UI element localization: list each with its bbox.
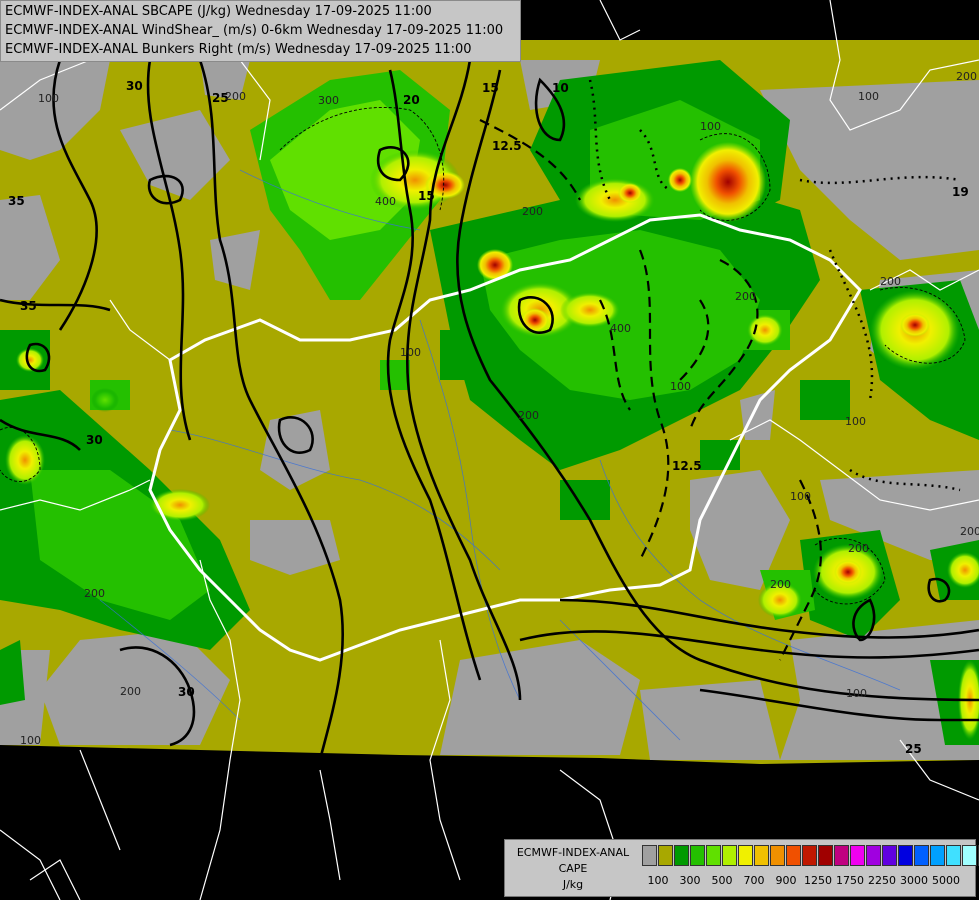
- legend-swatch: [802, 845, 817, 866]
- legend-unit: J/kg: [562, 878, 584, 891]
- legend-tick-label: 900: [775, 874, 797, 887]
- legend-swatch: [866, 845, 881, 866]
- cape-label: 200: [225, 90, 246, 103]
- cape-label: 200: [84, 587, 105, 600]
- title-bunkers: ECMWF-INDEX-ANAL Bunkers Right (m/s) Wed…: [5, 42, 472, 57]
- legend-tick-label: 1250: [804, 874, 832, 887]
- legend-swatch: [930, 845, 945, 866]
- cape-label: 100: [790, 490, 811, 503]
- title-box: ECMWF-INDEX-ANAL SBCAPE (J/kg) Wednesday…: [0, 0, 521, 62]
- cape-label: 400: [375, 195, 396, 208]
- legend-swatch: [834, 845, 849, 866]
- legend-swatch: [722, 845, 737, 866]
- cape-label: 300: [318, 94, 339, 107]
- shear-label: 15: [418, 189, 435, 203]
- cape-map: 30 25 20 15 10 12.5 35 35 30 30 12.5 15 …: [0, 0, 979, 900]
- cape-label: 200: [735, 290, 756, 303]
- legend-tick-label: 1750: [836, 874, 864, 887]
- shear-label: 19: [952, 185, 969, 199]
- cape-legend: ECMWF-INDEX-ANAL CAPE J/kg 100 300 500 700 9…: [504, 839, 979, 897]
- cape-label: 100: [38, 92, 59, 105]
- legend-swatch: [898, 845, 913, 866]
- cape-label: 100: [846, 687, 867, 700]
- legend-swatch: [690, 845, 705, 866]
- cape-label: 100: [20, 734, 41, 747]
- cape-label: 200: [956, 70, 977, 83]
- legend-swatch: [882, 845, 897, 866]
- legend-swatch: [642, 845, 657, 866]
- shear-label: 30: [86, 433, 103, 447]
- legend-swatch: [914, 845, 929, 866]
- legend-swatch: [754, 845, 769, 866]
- title-windshear: ECMWF-INDEX-ANAL WindShear_ (m/s) 0-6km …: [5, 23, 504, 38]
- legend-tick-label: 500: [711, 874, 733, 887]
- shear-label: 30: [178, 685, 195, 699]
- shear-label: 35: [20, 299, 37, 313]
- cape-label: 100: [670, 380, 691, 393]
- cape-label: 200: [522, 205, 543, 218]
- legend-tick-label: 100: [647, 874, 669, 887]
- legend-swatch: [674, 845, 689, 866]
- cape-label: 100: [845, 415, 866, 428]
- cape-label: 200: [120, 685, 141, 698]
- legend-color-scale: [642, 845, 979, 866]
- legend-swatch: [706, 845, 721, 866]
- cape-label: 200: [960, 525, 979, 538]
- legend-swatch: [770, 845, 785, 866]
- legend-title-line2: CAPE: [558, 862, 588, 875]
- legend-title-line1: ECMWF-INDEX-ANAL: [516, 846, 630, 859]
- legend-swatch: [850, 845, 865, 866]
- legend-tick-label: 3000: [900, 874, 928, 887]
- title-sbcape: ECMWF-INDEX-ANAL SBCAPE (J/kg) Wednesday…: [5, 4, 432, 19]
- legend-swatch: [962, 845, 977, 866]
- legend-tick-label: 700: [743, 874, 765, 887]
- shear-label: 15: [482, 81, 499, 95]
- legend-swatch: [946, 845, 961, 866]
- shear-label: 30: [126, 79, 143, 93]
- shear-label: 10: [552, 81, 569, 95]
- cape-label: 100: [858, 90, 879, 103]
- legend-swatch: [658, 845, 673, 866]
- shear-label: 12.5: [672, 459, 702, 473]
- legend-swatch: [818, 845, 833, 866]
- cape-label: 200: [880, 275, 901, 288]
- legend-tick-label: 2250: [868, 874, 896, 887]
- legend-swatch: [738, 845, 753, 866]
- shear-label: 35: [8, 194, 25, 208]
- legend-tick-label: 300: [679, 874, 701, 887]
- cape-label: 200: [770, 578, 791, 591]
- shear-label: 20: [403, 93, 420, 107]
- cape-label: 200: [848, 542, 869, 555]
- cape-label: 100: [700, 120, 721, 133]
- cape-label: 400: [610, 322, 631, 335]
- cape-label: 100: [400, 346, 421, 359]
- shear-label: 25: [905, 742, 922, 756]
- cape-label: 200: [518, 409, 539, 422]
- legend-tick-label: 5000: [932, 874, 960, 887]
- shear-label: 12.5: [492, 139, 522, 153]
- legend-swatch: [786, 845, 801, 866]
